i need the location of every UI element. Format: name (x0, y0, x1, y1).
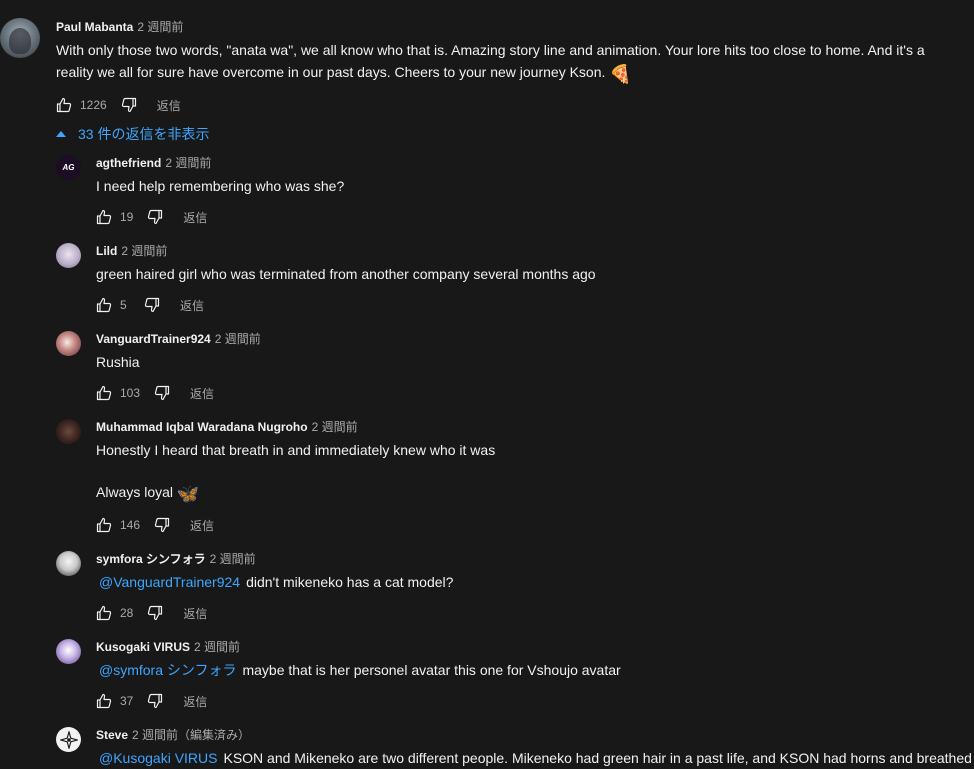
comment-header: Paul Mabanta 2 週間前 (56, 19, 183, 35)
reply-header: Kusogaki VIRUS 2 週間前 (96, 639, 240, 655)
like-count: 37 (120, 694, 134, 708)
reply-author[interactable]: Kusogaki VIRUS (96, 640, 190, 654)
reply-text: green haired girl who was terminated fro… (96, 266, 596, 282)
thumbs-down-icon[interactable] (147, 605, 163, 621)
reply-text-line-2-content: Always loyal (96, 484, 174, 500)
reply-author[interactable]: symfora シンフォラ (96, 552, 206, 566)
reply-actions: 37 返信 (96, 691, 207, 711)
reply-time[interactable]: 2 週間前（編集済み） (132, 728, 250, 742)
reply-author[interactable]: Muhammad Iqbal Waradana Nugroho (96, 420, 308, 434)
thumbs-down-icon[interactable] (154, 385, 170, 401)
avatar-lild[interactable] (56, 243, 81, 268)
caret-up-icon (56, 131, 66, 137)
comment-text-line-2-content: reality we all for sure have overcome in… (56, 64, 606, 80)
comment-text-line-1: With only those two words, "anata wa", w… (56, 42, 925, 58)
avatar-muhammad-iqbal[interactable] (56, 419, 81, 444)
reply-header: symfora シンフォラ 2 週間前 (96, 551, 256, 567)
reply-text-container: @VanguardTrainer924 didn't mikeneko has a… (99, 571, 453, 593)
like-count: 103 (120, 386, 141, 400)
thumbs-down-icon[interactable] (147, 209, 163, 225)
thumbs-up-icon[interactable] (96, 605, 112, 621)
reply-text: didn't mikeneko has a cat model? (246, 574, 454, 590)
reply-text: I need help remembering who was she? (96, 178, 345, 194)
avatar-paul-mabanta[interactable] (0, 18, 40, 58)
reply-actions: 5 返信 (96, 295, 204, 315)
reply-button[interactable]: 返信 (183, 605, 207, 622)
thumbs-up-icon[interactable] (96, 385, 112, 401)
reply-button[interactable]: 返信 (180, 297, 204, 314)
reply-header: Lild 2 週間前 (96, 243, 167, 259)
like-count: 1226 (80, 98, 107, 112)
avatar-badge-text: AG (62, 163, 75, 172)
thumbs-down-icon[interactable] (147, 693, 163, 709)
reply-actions: 28 返信 (96, 603, 207, 623)
thumbs-down-icon[interactable] (144, 297, 160, 313)
reply-text: maybe that is her personel avatar this o… (242, 662, 621, 678)
reply-author[interactable]: agthefriend (96, 156, 161, 170)
compass-star-icon (59, 730, 78, 749)
reply-button[interactable]: 返信 (183, 693, 207, 710)
thumbs-down-icon[interactable] (121, 97, 137, 113)
reply-text-container: @symfora シンフォラ maybe that is her personel… (99, 659, 621, 681)
comment-author[interactable]: Paul Mabanta (56, 20, 133, 34)
reply-button[interactable]: 返信 (157, 97, 181, 114)
reply-button[interactable]: 返信 (190, 385, 214, 402)
hide-replies-button[interactable]: 33 件の返信を非表示 (56, 124, 209, 144)
thumbs-up-icon[interactable] (56, 97, 72, 113)
comment-actions: 1226 返信 (56, 95, 181, 115)
like-count: 28 (120, 606, 134, 620)
thumbs-down-icon[interactable] (154, 517, 170, 533)
reply-header: VanguardTrainer924 2 週間前 (96, 331, 261, 347)
reply-button[interactable]: 返信 (183, 209, 207, 226)
reply-text: Rushia (96, 354, 140, 370)
reply-time[interactable]: 2 週間前 (121, 244, 167, 258)
reply-actions: 103 返信 (96, 383, 214, 403)
like-count: 19 (120, 210, 134, 224)
reply-author[interactable]: VanguardTrainer924 (96, 332, 211, 346)
avatar-kusogaki-virus[interactable] (56, 639, 81, 664)
mention-link[interactable]: @Kusogaki VIRUS (99, 750, 217, 766)
reply-header: Muhammad Iqbal Waradana Nugroho 2 週間前 (96, 419, 358, 435)
thumbs-up-icon[interactable] (96, 693, 112, 709)
like-count: 5 (120, 298, 127, 312)
comment-text-line-2: reality we all for sure have overcome in… (56, 61, 632, 85)
reply-time[interactable]: 2 週間前 (312, 420, 358, 434)
reply-actions: 19 返信 (96, 207, 207, 227)
thumbs-up-icon[interactable] (96, 209, 112, 225)
like-count: 146 (120, 518, 141, 532)
avatar-agthefriend[interactable]: AG (56, 155, 81, 180)
avatar-symfora[interactable] (56, 551, 81, 576)
reply-header: Steve 2 週間前（編集済み） (96, 727, 250, 743)
butterfly-emoji: 🦋 (176, 484, 200, 504)
reply-text-line-2: Always loyal 🦋 (96, 481, 199, 505)
reply-author[interactable]: Lild (96, 244, 117, 258)
reply-text: KSON and Mikeneko are two different peop… (223, 750, 972, 766)
mention-link[interactable]: @VanguardTrainer924 (99, 574, 240, 590)
reply-time[interactable]: 2 週間前 (215, 332, 261, 346)
reply-header: agthefriend 2 週間前 (96, 155, 211, 171)
reply-author[interactable]: Steve (96, 728, 128, 742)
reply-actions: 146 返信 (96, 515, 214, 535)
reply-text: Honestly I heard that breath in and imme… (96, 442, 496, 458)
thumbs-up-icon[interactable] (96, 517, 112, 533)
comment-time[interactable]: 2 週間前 (137, 20, 183, 34)
reply-button[interactable]: 返信 (190, 517, 214, 534)
mention-link[interactable]: @symfora シンフォラ (99, 662, 236, 678)
reply-text-container: @Kusogaki VIRUS KSON and Mikeneko are two… (99, 747, 972, 769)
avatar-steve[interactable] (56, 727, 81, 752)
reply-time[interactable]: 2 週間前 (165, 156, 211, 170)
avatar-vanguardtrainer924[interactable] (56, 331, 81, 356)
thumbs-up-icon[interactable] (96, 297, 112, 313)
reply-time[interactable]: 2 週間前 (194, 640, 240, 654)
reply-time[interactable]: 2 週間前 (210, 552, 256, 566)
pizza-emoji: 🍕 (609, 64, 632, 84)
hide-replies-label: 33 件の返信を非表示 (78, 126, 210, 142)
